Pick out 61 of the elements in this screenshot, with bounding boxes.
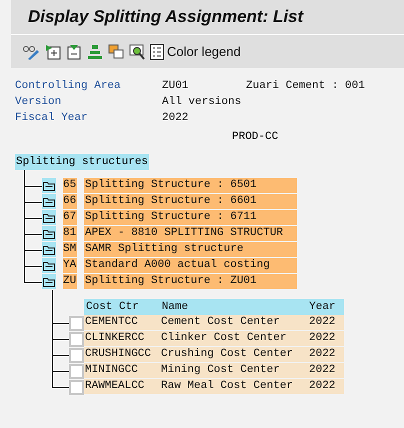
field-label: Version — [15, 96, 62, 108]
structure-key[interactable]: YA — [63, 258, 77, 273]
table-cell: Crushing Cost Center — [161, 347, 309, 362]
legend-icon — [150, 44, 164, 60]
field-value: All versions — [162, 96, 242, 108]
structure-key[interactable]: 66 — [63, 194, 77, 209]
table-cell: 2022 — [309, 379, 344, 394]
group-label: PROD-CC — [232, 131, 278, 143]
structure-name[interactable]: Splitting Structure : 6501 — [84, 178, 297, 193]
table-cell: 2022 — [309, 315, 344, 330]
table-cell: Mining Cost Center — [161, 363, 309, 378]
field-description: Zuari Cement : 001 — [246, 80, 365, 92]
table-cell: CLINKERCC — [84, 331, 161, 346]
windows-icon[interactable] — [108, 42, 124, 60]
column-header: Cost Ctr — [85, 300, 140, 315]
checkbox[interactable] — [69, 332, 84, 347]
folder-icon[interactable] — [42, 258, 56, 273]
table-cell: 2022 — [309, 347, 344, 362]
structure-key[interactable]: SM — [63, 242, 77, 257]
structure-name[interactable]: APEX - 8810 SPLITTING STRUCTUR — [84, 226, 297, 241]
table-cell: Cement Cost Center — [161, 315, 309, 330]
folder-icon[interactable] — [42, 242, 56, 257]
field-label: Fiscal Year — [15, 112, 89, 124]
table-cell: MININGCC — [84, 363, 161, 378]
field-value: ZU01 — [162, 80, 190, 92]
structure-key[interactable]: ZU — [63, 274, 77, 289]
field-value: 2022 — [162, 112, 190, 124]
window-title: Display Splitting Assignment: List — [28, 7, 304, 27]
column-header: Name — [162, 300, 190, 315]
tree-root[interactable]: Splitting structures — [15, 154, 150, 170]
folder-icon[interactable] — [42, 178, 56, 193]
structure-name[interactable]: Splitting Structure : 6601 — [84, 194, 297, 209]
checkbox[interactable] — [69, 348, 84, 363]
field-label: Controlling Area — [15, 80, 122, 92]
structure-name[interactable]: Splitting Structure : 6711 — [84, 210, 297, 225]
table-cell: CEMENTCC — [84, 315, 161, 330]
table-cell: RAWMEALCC — [84, 379, 161, 394]
table-cell: 2022 — [309, 331, 344, 346]
hierarchy-icon[interactable] — [87, 42, 103, 60]
folder-icon[interactable] — [42, 226, 56, 241]
collapse-icon[interactable] — [66, 42, 82, 60]
folder-icon[interactable] — [42, 194, 56, 209]
table-cell: Raw Meal Cost Center — [161, 379, 309, 394]
structure-key[interactable]: 81 — [63, 226, 77, 241]
checkbox[interactable] — [69, 364, 84, 379]
structure-name[interactable]: Splitting Structure : ZU01 — [84, 274, 297, 289]
folder-icon[interactable] — [42, 274, 56, 289]
structure-name[interactable]: SAMR Splitting structure — [84, 242, 297, 257]
folder-icon[interactable] — [42, 210, 56, 225]
table-cell: Clinker Cost Center — [161, 331, 309, 346]
checkbox[interactable] — [69, 380, 84, 395]
structure-key[interactable]: 67 — [63, 210, 77, 225]
search-icon[interactable] — [129, 42, 145, 60]
checkbox[interactable] — [69, 316, 84, 331]
column-header: Year — [309, 300, 337, 315]
table-cell: CRUSHINGCC — [84, 347, 161, 362]
expand-icon[interactable] — [45, 42, 61, 60]
table-cell: 2022 — [309, 363, 344, 378]
structure-key[interactable]: 65 — [63, 178, 77, 193]
color-legend-button[interactable]: Color legend — [150, 42, 241, 60]
structure-name[interactable]: Standard A000 actual costing — [84, 258, 297, 273]
